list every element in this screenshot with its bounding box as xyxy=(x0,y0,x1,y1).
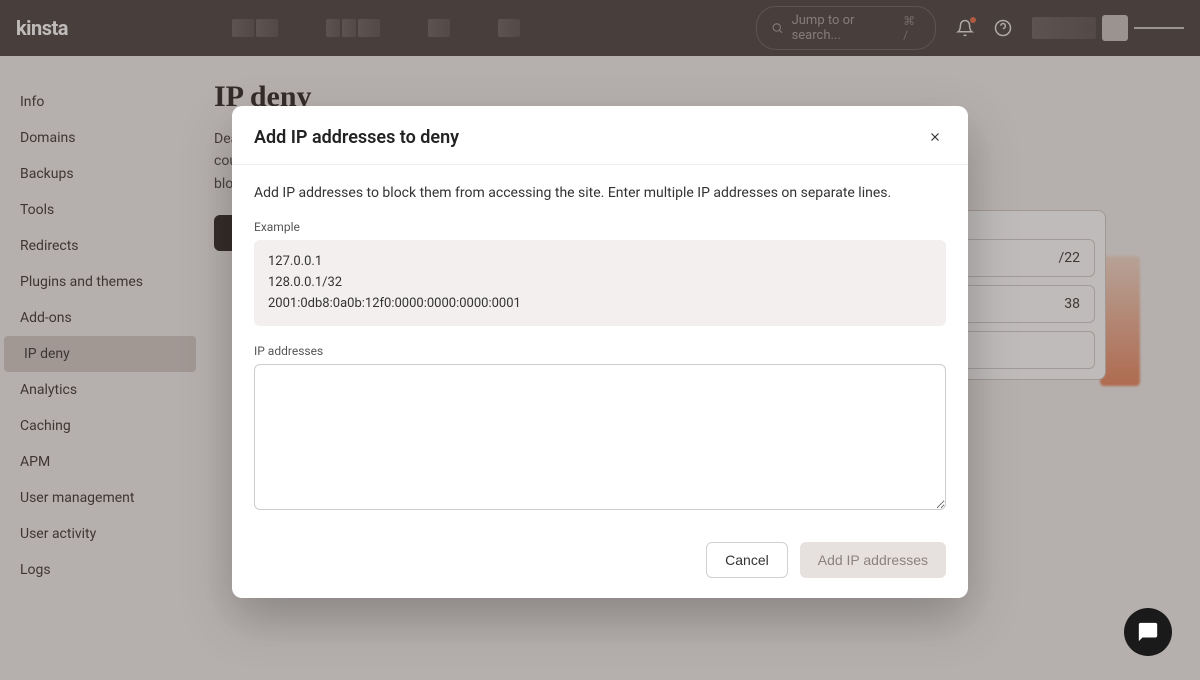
close-icon xyxy=(928,130,942,144)
modal-close-button[interactable] xyxy=(924,126,946,148)
ip-addresses-input[interactable] xyxy=(254,364,946,510)
chat-launcher[interactable] xyxy=(1124,608,1172,656)
modal-instruction: Add IP addresses to block them from acce… xyxy=(254,183,946,204)
ip-addresses-label: IP addresses xyxy=(254,344,946,358)
example-box: 127.0.0.1 128.0.0.1/32 2001:0db8:0a0b:12… xyxy=(254,240,946,326)
modal-title: Add IP addresses to deny xyxy=(254,127,459,148)
cancel-button[interactable]: Cancel xyxy=(706,542,788,578)
add-ip-modal: Add IP addresses to deny Add IP addresse… xyxy=(232,106,968,598)
chat-icon xyxy=(1137,621,1159,643)
add-ip-addresses-button[interactable]: Add IP addresses xyxy=(800,542,946,578)
example-label: Example xyxy=(254,220,946,234)
modal-overlay: Add IP addresses to deny Add IP addresse… xyxy=(0,0,1200,680)
